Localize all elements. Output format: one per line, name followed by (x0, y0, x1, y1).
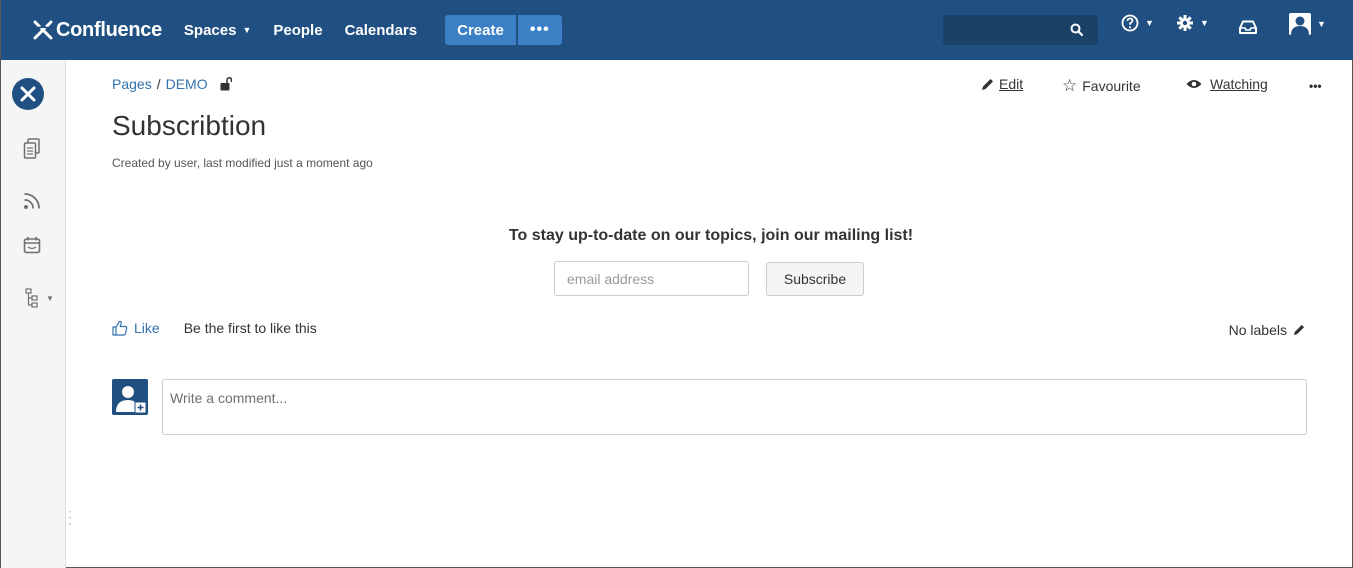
page-tree-icon (25, 288, 38, 308)
nav-calendars[interactable]: Calendars (345, 22, 418, 39)
nav-spaces-label: Spaces (183, 21, 237, 39)
watching-label: Watching (1210, 76, 1268, 92)
like-summary: Be the first to like this (183, 320, 317, 336)
page-title: Subscribtion (112, 110, 267, 141)
favourite-button[interactable]: ☆ Favourite (1062, 76, 1141, 96)
space-logo[interactable] (12, 78, 44, 110)
nav-calendars-label: Calendars (344, 21, 418, 39)
search-icon (1070, 23, 1084, 37)
gear-icon (1177, 15, 1193, 31)
logo-text: Confluence (56, 18, 162, 41)
user-add-icon (116, 386, 147, 414)
breadcrumb-pages[interactable]: Pages (112, 76, 152, 92)
sidebar-resize-handle[interactable]: · · · (68, 505, 72, 529)
mailing-list-heading: To stay up-to-date on our topics, join o… (508, 227, 914, 244)
pencil-icon (982, 78, 993, 90)
create-button[interactable]: Create (445, 15, 516, 45)
edit-label: Edit (999, 76, 1024, 92)
create-more-button[interactable]: ••• (517, 15, 562, 45)
chevron-down-icon: ▼ (242, 25, 252, 35)
like-button[interactable]: Like (134, 320, 160, 336)
inbox-icon (1239, 20, 1257, 34)
chevron-down-icon: ▼ (46, 293, 54, 303)
sidebar-blog[interactable] (23, 192, 41, 215)
unlock-icon[interactable] (220, 77, 232, 91)
user-menu[interactable]: ▼ (1289, 13, 1326, 35)
watching-button[interactable]: Watching (1186, 76, 1268, 92)
help-menu[interactable]: ▼ (1121, 14, 1154, 32)
chevron-down-icon: ▼ (1200, 18, 1209, 28)
search-input[interactable] (943, 15, 1098, 45)
favourite-label: Favourite (1082, 78, 1141, 94)
pages-icon (23, 138, 40, 159)
page-more-button[interactable]: ••• (1309, 79, 1322, 93)
sidebar-pages[interactable] (23, 138, 41, 165)
nav-people[interactable]: People (273, 22, 322, 39)
app-frame: Confluence Spaces ▼ People Calendars Cre… (0, 0, 1353, 568)
chevron-down-icon: ▼ (1317, 19, 1326, 29)
pencil-icon (1293, 324, 1305, 336)
like-section: Like Be the first to like this (112, 320, 317, 336)
confluence-logo[interactable]: Confluence (32, 19, 162, 42)
breadcrumb: Pages / DEMO (112, 76, 232, 92)
email-field[interactable]: email address (554, 261, 749, 296)
thumbs-up-icon[interactable] (112, 320, 128, 336)
confluence-space-icon (20, 86, 36, 102)
breadcrumb-separator: / (156, 76, 161, 92)
nav-people-label: People (273, 21, 323, 39)
subscribe-button[interactable]: Subscribe (766, 262, 864, 296)
edit-button[interactable]: Edit (981, 76, 1023, 92)
star-icon: ☆ (1062, 76, 1078, 95)
comment-input[interactable]: Write a comment... (162, 379, 1307, 435)
sidebar-page-tree[interactable]: ▼ (25, 288, 54, 308)
help-icon (1121, 14, 1139, 32)
rss-icon (24, 193, 40, 209)
user-avatar-icon (1289, 13, 1311, 35)
chevron-down-icon: ▼ (1145, 18, 1154, 28)
avatar (112, 379, 148, 415)
labels-section[interactable]: No labels (1229, 322, 1305, 338)
notifications-button[interactable] (1239, 20, 1257, 34)
confluence-logo-icon (33, 20, 53, 40)
page-byline: Created by user, last modified just a mo… (112, 156, 373, 170)
eye-icon (1186, 80, 1202, 88)
top-navigation-bar: Confluence Spaces ▼ People Calendars Cre… (1, 0, 1353, 60)
space-sidebar: ▼ (1, 60, 66, 568)
settings-menu[interactable]: ▼ (1176, 14, 1209, 32)
breadcrumb-space[interactable]: DEMO (166, 76, 208, 92)
nav-spaces[interactable]: Spaces ▼ (184, 22, 251, 39)
labels-text: No labels (1228, 322, 1287, 338)
